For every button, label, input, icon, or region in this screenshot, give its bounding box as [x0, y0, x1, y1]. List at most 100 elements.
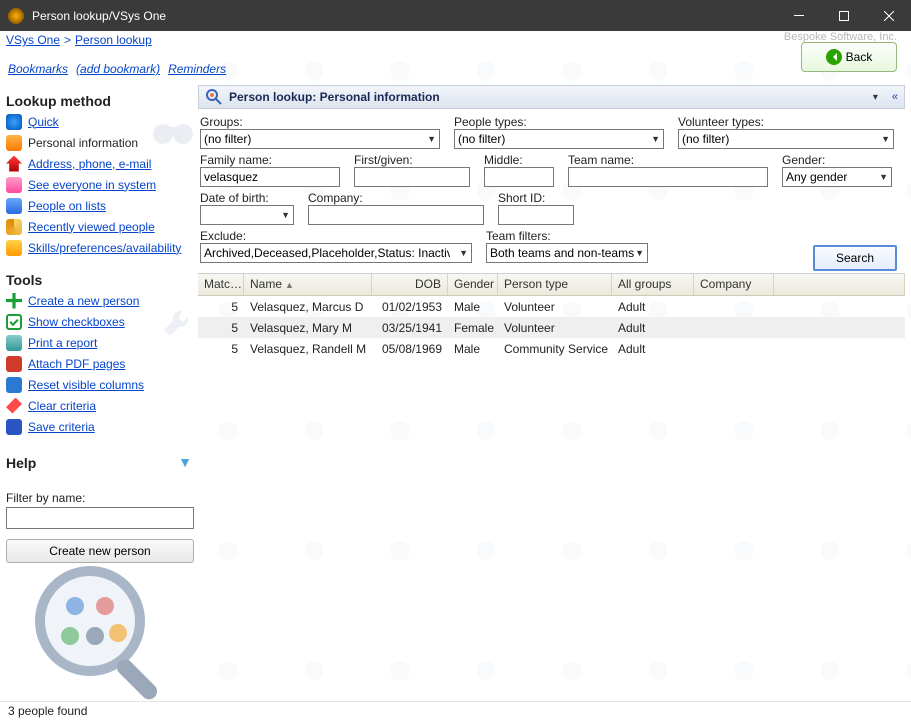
quick-icon: [6, 114, 22, 130]
cell-name: Velasquez, Marcus D: [244, 300, 372, 314]
cell-match: 5: [198, 300, 244, 314]
exclude-select[interactable]: Archived,Deceased,Placeholder,Status: In…: [200, 243, 472, 263]
team-name-input[interactable]: [568, 167, 768, 187]
search-button[interactable]: Search: [813, 245, 897, 271]
reminders-link[interactable]: Reminders: [168, 62, 226, 76]
gender-label: Gender:: [782, 153, 892, 167]
panel-menu-icon[interactable]: ▾: [873, 92, 878, 103]
col-name[interactable]: Name▲: [244, 274, 372, 295]
clear-icon: [6, 398, 22, 414]
breadcrumb: VSys One > Person lookup Bespoke Softwar…: [6, 31, 905, 49]
grid-header[interactable]: Matc… Name▲ DOB Gender Person type All g…: [198, 274, 905, 296]
sidebar-item-label[interactable]: See everyone in system: [28, 178, 156, 192]
tool-item-label[interactable]: Attach PDF pages: [28, 357, 125, 371]
maximize-button[interactable]: [821, 0, 866, 31]
team-name-label: Team name:: [568, 153, 768, 167]
add-bookmark-link[interactable]: (add bookmark): [76, 62, 160, 76]
tool-item-label[interactable]: Show checkboxes: [28, 315, 125, 329]
col-company[interactable]: Company: [694, 274, 774, 295]
panel-lens-icon: [205, 88, 223, 106]
sidebar-item-skills[interactable]: Skills/preferences/availability: [6, 237, 192, 258]
tool-item-label[interactable]: Create a new person: [28, 294, 139, 308]
volunteer-types-label: Volunteer types:: [678, 115, 894, 129]
bookmarks-link[interactable]: Bookmarks: [8, 62, 68, 76]
team-filters-select[interactable]: Both teams and non-teams▼: [486, 243, 648, 263]
create-new-person-button[interactable]: Create new person: [6, 539, 194, 563]
filter-by-name-label: Filter by name:: [6, 491, 192, 505]
sidebar-item-label[interactable]: Quick: [28, 115, 59, 129]
groups-select[interactable]: (no filter)▼: [200, 129, 440, 149]
tool-item-label[interactable]: Print a report: [28, 336, 97, 350]
short-id-input[interactable]: [498, 205, 574, 225]
sidebar-item-label[interactable]: Address, phone, e-mail: [28, 157, 151, 171]
tool-item-pdf[interactable]: Attach PDF pages: [6, 353, 192, 374]
company-label: Company:: [308, 191, 484, 205]
window-title: Person lookup/VSys One: [32, 9, 776, 23]
sidebar-item-label[interactable]: Recently viewed people: [28, 220, 155, 234]
filters: Groups: (no filter)▼ People types: (no f…: [198, 109, 911, 271]
binoculars-icon: [152, 119, 194, 145]
panel-title: Person lookup: Personal information: [229, 90, 440, 104]
col-person-type[interactable]: Person type: [498, 274, 612, 295]
dob-input[interactable]: ▼: [200, 205, 294, 225]
sidebar-item-label[interactable]: People on lists: [28, 199, 106, 213]
cell-match: 5: [198, 321, 244, 335]
sidebar: Lookup method QuickPersonal informationA…: [0, 31, 198, 701]
cell-groups: Adult: [612, 321, 694, 335]
panel-collapse-icon[interactable]: «: [892, 91, 898, 103]
middle-input[interactable]: [484, 167, 554, 187]
filter-by-name-input[interactable]: [6, 507, 194, 529]
breadcrumb-sep: >: [64, 33, 71, 47]
sidebar-item-label[interactable]: Skills/preferences/availability: [28, 241, 181, 255]
family-name-input[interactable]: [200, 167, 340, 187]
cell-gender: Male: [448, 300, 498, 314]
table-row[interactable]: 5Velasquez, Marcus D01/02/1953MaleVolunt…: [198, 296, 905, 317]
status-text: 3 people found: [8, 704, 87, 718]
sidebar-item-lists[interactable]: People on lists: [6, 195, 192, 216]
gender-select[interactable]: Any gender▼: [782, 167, 892, 187]
sidebar-item-everyone[interactable]: See everyone in system: [6, 174, 192, 195]
table-row[interactable]: 5Velasquez, Mary M03/25/1941FemaleVolunt…: [198, 317, 905, 338]
lookup-heading: Lookup method: [6, 93, 192, 109]
tool-item-label[interactable]: Clear criteria: [28, 399, 96, 413]
family-name-label: Family name:: [200, 153, 340, 167]
recent-icon: [6, 219, 22, 235]
table-row[interactable]: 5Velasquez, Randell M05/08/1969MaleCommu…: [198, 338, 905, 359]
reset-icon: [6, 377, 22, 393]
wrench-icon: [160, 307, 194, 341]
tool-item-reset[interactable]: Reset visible columns: [6, 374, 192, 395]
back-arrow-icon: [826, 49, 842, 65]
volunteer-types-select[interactable]: (no filter)▼: [678, 129, 894, 149]
minimize-button[interactable]: [776, 0, 821, 31]
tool-item-clear[interactable]: Clear criteria: [6, 395, 192, 416]
results-grid: Matc… Name▲ DOB Gender Person type All g…: [198, 273, 905, 359]
cell-gender: Female: [448, 321, 498, 335]
col-gender[interactable]: Gender: [448, 274, 498, 295]
col-dob[interactable]: DOB: [372, 274, 448, 295]
back-button[interactable]: Back: [801, 42, 897, 72]
tool-item-save[interactable]: Save criteria: [6, 416, 192, 437]
help-expand-icon[interactable]: ▼: [178, 454, 192, 470]
cell-gender: Male: [448, 342, 498, 356]
everyone-icon: [6, 177, 22, 193]
col-all-groups[interactable]: All groups: [612, 274, 694, 295]
breadcrumb-page[interactable]: Person lookup: [75, 33, 152, 47]
first-given-label: First/given:: [354, 153, 470, 167]
dob-label: Date of birth:: [200, 191, 294, 205]
company-input[interactable]: [308, 205, 484, 225]
tool-item-label[interactable]: Reset visible columns: [28, 378, 144, 392]
cell-person-type: Volunteer: [498, 300, 612, 314]
col-match[interactable]: Matc…: [198, 274, 244, 295]
tool-item-label[interactable]: Save criteria: [28, 420, 95, 434]
breadcrumb-app[interactable]: VSys One: [6, 33, 60, 47]
first-given-input[interactable]: [354, 167, 470, 187]
sidebar-item-address[interactable]: Address, phone, e-mail: [6, 153, 192, 174]
people-types-label: People types:: [454, 115, 664, 129]
back-label: Back: [846, 50, 873, 64]
close-button[interactable]: [866, 0, 911, 31]
people-types-select[interactable]: (no filter)▼: [454, 129, 664, 149]
sidebar-item-recent[interactable]: Recently viewed people: [6, 216, 192, 237]
pdf-icon: [6, 356, 22, 372]
team-filters-label: Team filters:: [486, 229, 648, 243]
magnifier-people-icon: [30, 561, 180, 711]
